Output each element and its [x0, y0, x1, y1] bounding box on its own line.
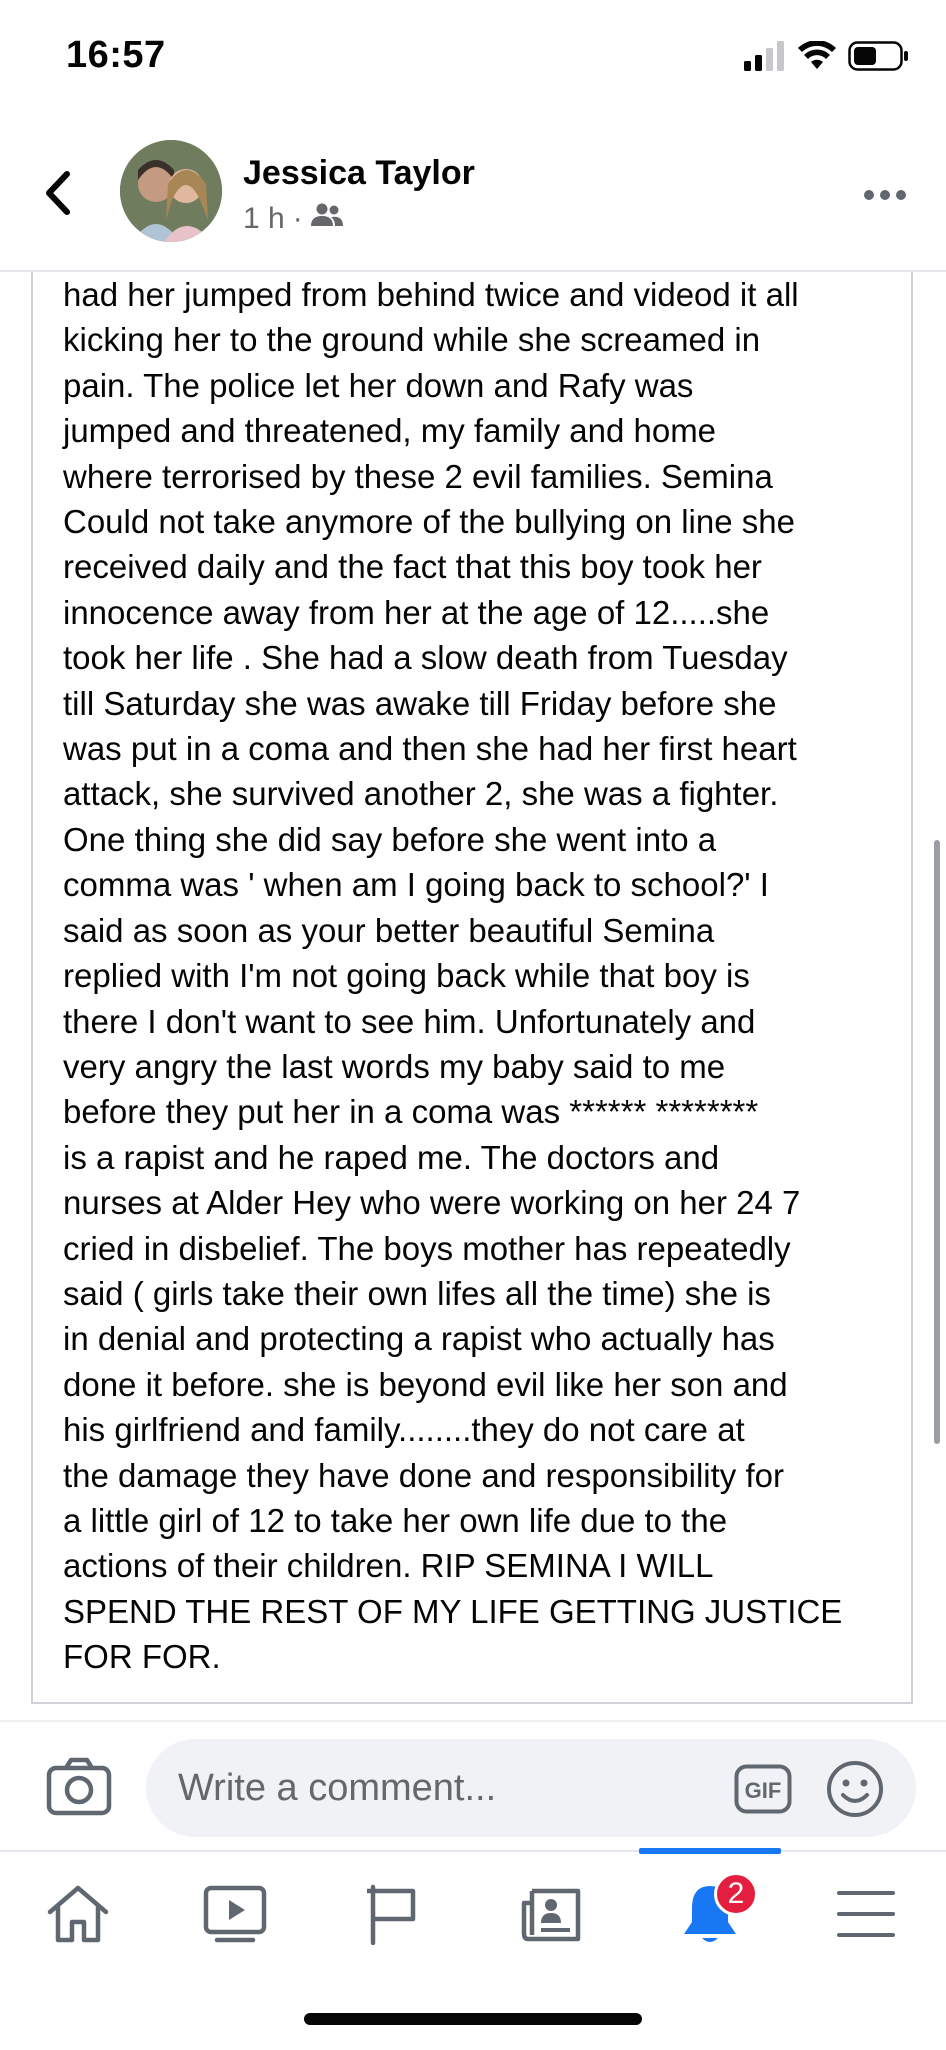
status-time: 16:57 — [66, 34, 166, 76]
post-card: had her jumped from behind twice and vid… — [31, 272, 913, 1704]
tab-home[interactable] — [38, 1876, 118, 1956]
home-indicator — [304, 2013, 642, 2025]
camera-icon — [46, 1757, 112, 1820]
post-header: Jessica Taylor 1 h · — [0, 120, 946, 272]
camera-button[interactable] — [46, 1756, 112, 1816]
more-horizontal-icon — [863, 188, 907, 206]
comment-input[interactable] — [146, 1739, 916, 1837]
gif-button[interactable]: GIF — [734, 1764, 792, 1814]
avatar-photo — [120, 140, 222, 242]
signal-icon — [744, 40, 786, 76]
menu-icon — [837, 1889, 895, 1944]
video-icon — [203, 1885, 267, 1948]
post-time[interactable]: 1 h — [243, 202, 285, 236]
chevron-left-icon — [43, 170, 73, 221]
status-bar: 16:57 — [0, 0, 946, 120]
wifi-icon — [798, 39, 836, 76]
friends-icon — [310, 202, 343, 236]
tab-menu[interactable] — [826, 1876, 906, 1956]
scrollbar[interactable] — [934, 840, 940, 1444]
gif-label: GIF — [745, 1778, 782, 1803]
meta-separator: · — [292, 202, 303, 235]
post-body-text: had her jumped from behind twice and vid… — [63, 276, 843, 1676]
home-icon — [46, 1884, 110, 1949]
more-options-button[interactable] — [860, 182, 910, 212]
tab-pages[interactable] — [353, 1876, 433, 1956]
smiley-icon — [826, 1761, 884, 1822]
battery-icon — [848, 40, 910, 76]
tab-notifications[interactable]: 2 — [670, 1872, 758, 1956]
emoji-button[interactable] — [826, 1760, 884, 1818]
author-name[interactable]: Jessica Taylor — [243, 154, 475, 193]
tab-watch[interactable] — [195, 1876, 275, 1956]
tab-news[interactable] — [511, 1876, 591, 1956]
flag-icon — [365, 1883, 421, 1950]
post-meta: 1 h · — [243, 202, 343, 236]
notifications-badge: 2 — [714, 1872, 758, 1916]
status-icons — [744, 39, 910, 76]
back-button[interactable] — [38, 160, 78, 230]
avatar[interactable] — [120, 140, 222, 242]
comment-bar: GIF — [0, 1720, 946, 1852]
news-icon — [520, 1885, 582, 1948]
active-tab-indicator — [639, 1848, 781, 1854]
gif-icon: GIF — [734, 1764, 792, 1814]
